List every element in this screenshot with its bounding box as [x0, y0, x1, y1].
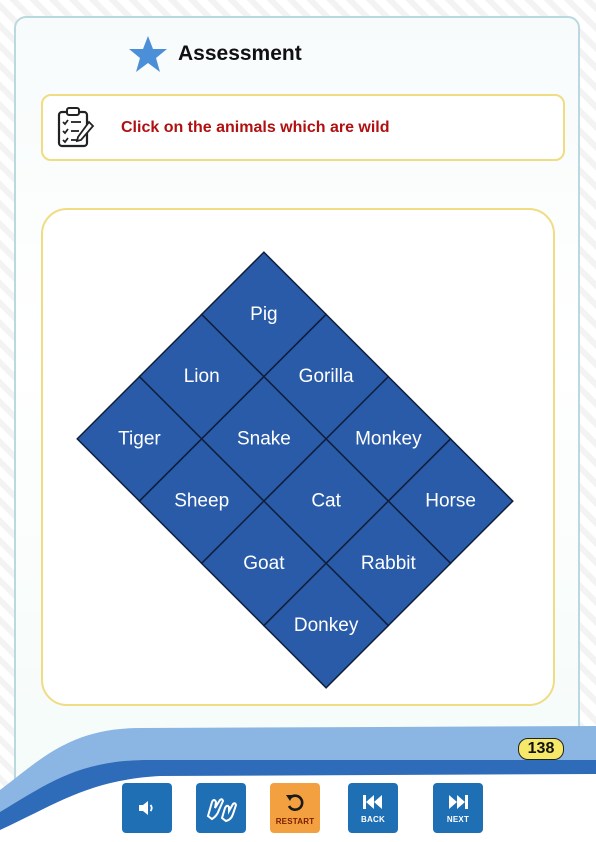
animal-tile-grid: Pig Lion Gorilla Tiger Snake Monkey Sheep Cat Ho…: [76, 251, 514, 689]
tile-label: Horse: [425, 491, 476, 512]
tile-label: Snake: [237, 428, 291, 449]
next-icon: [449, 795, 468, 809]
back-icon: [363, 795, 382, 809]
back-label: BACK: [361, 815, 385, 824]
audio-button[interactable]: [122, 783, 172, 833]
restart-icon: [286, 794, 304, 811]
tile-label: Monkey: [355, 428, 422, 449]
tile-label: Lion: [184, 366, 220, 387]
tile-label: Pig: [250, 304, 277, 325]
tile-label: Goat: [243, 553, 285, 574]
tile-label: Tiger: [118, 428, 161, 449]
tile-label: Gorilla: [299, 366, 354, 387]
page-number-badge: 138: [518, 738, 564, 760]
next-label: NEXT: [446, 815, 470, 824]
speaker-icon: [139, 801, 153, 815]
tile-label: Cat: [311, 491, 341, 512]
restart-label: RESTART: [275, 817, 315, 826]
next-button[interactable]: NEXT: [433, 783, 483, 833]
restart-button[interactable]: RESTART: [270, 783, 320, 833]
sign-language-button[interactable]: [196, 783, 246, 833]
tile-label: Sheep: [174, 491, 229, 512]
tile-label: Rabbit: [361, 553, 417, 574]
sign-language-icon: [206, 798, 238, 823]
tile-label: Donkey: [294, 615, 359, 636]
back-button[interactable]: BACK: [348, 783, 398, 833]
